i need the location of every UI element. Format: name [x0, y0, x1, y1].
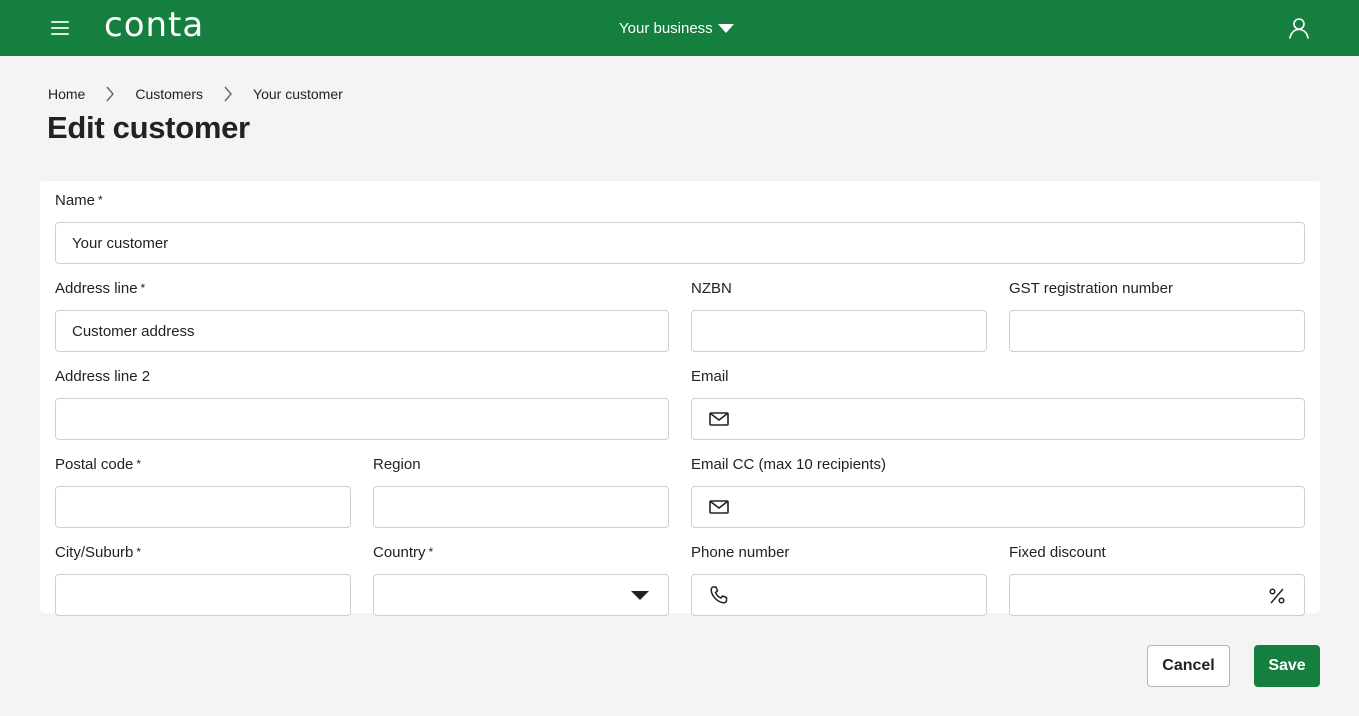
email-cc-input[interactable] — [691, 486, 1305, 528]
chevron-right-icon — [95, 84, 125, 104]
region-input[interactable] — [373, 486, 669, 528]
nzbn-input[interactable] — [691, 310, 987, 352]
gst-input[interactable] — [1009, 310, 1305, 352]
city-input[interactable] — [55, 574, 351, 616]
nzbn-label: NZBN — [691, 280, 732, 297]
email-field: Email — [691, 367, 1305, 440]
fixed-discount-field: Fixed discount — [1009, 543, 1305, 616]
user-account-icon[interactable] — [1287, 16, 1311, 40]
menu-icon[interactable] — [51, 20, 69, 36]
business-selector-label: Your business — [619, 19, 713, 37]
phone-label: Phone number — [691, 544, 790, 561]
fixed-discount-input[interactable] — [1009, 574, 1305, 616]
breadcrumb: Home Customers Your customer — [48, 84, 343, 104]
region-label: Region — [373, 456, 421, 473]
save-button[interactable]: Save — [1254, 645, 1320, 687]
top-navigation-bar: conta Your business — [0, 0, 1359, 56]
nzbn-field: NZBN — [691, 279, 987, 352]
city-label: City/Suburb * — [55, 544, 142, 561]
name-field: Name * Your customer — [55, 191, 1305, 264]
page-title: Edit customer — [47, 110, 250, 145]
business-selector[interactable]: Your business — [619, 17, 734, 39]
mail-icon — [708, 408, 730, 430]
email-label: Email — [691, 368, 729, 385]
gst-label: GST registration number — [1009, 280, 1173, 297]
city-field: City/Suburb * — [55, 543, 351, 616]
name-input[interactable]: Your customer — [55, 222, 1305, 264]
name-label: Name * — [55, 192, 103, 209]
name-value: Your customer — [72, 234, 169, 252]
phone-icon — [708, 584, 730, 606]
fixed-discount-label: Fixed discount — [1009, 544, 1106, 561]
breadcrumb-customers[interactable]: Customers — [135, 86, 203, 102]
phone-field: Phone number — [691, 543, 987, 616]
gst-field: GST registration number — [1009, 279, 1305, 352]
email-input[interactable] — [691, 398, 1305, 440]
address-line-2-input[interactable] — [55, 398, 669, 440]
email-cc-field: Email CC (max 10 recipients) — [691, 455, 1305, 528]
region-field: Region — [373, 455, 669, 528]
cancel-button[interactable]: Cancel — [1147, 645, 1230, 687]
country-select[interactable] — [373, 574, 669, 616]
address-line-field: Address line * Customer address — [55, 279, 669, 352]
phone-input[interactable] — [691, 574, 987, 616]
postal-code-label: Postal code * — [55, 456, 142, 473]
email-cc-label: Email CC (max 10 recipients) — [691, 456, 887, 473]
customer-form-card: Name * Your customer Address line * Custom… — [40, 181, 1320, 616]
country-label: Country * — [373, 544, 434, 561]
address-line-2-field: Address line 2 — [55, 367, 669, 440]
country-field: Country * — [373, 543, 669, 616]
breadcrumb-home[interactable]: Home — [48, 86, 85, 102]
caret-down-icon — [631, 591, 649, 600]
chevron-right-icon — [213, 84, 243, 104]
percent-icon — [1266, 585, 1288, 607]
address-line-value: Customer address — [72, 322, 195, 340]
breadcrumb-current: Your customer — [253, 86, 343, 102]
conta-logo[interactable]: conta — [104, 5, 204, 45]
postal-code-input[interactable] — [55, 486, 351, 528]
address-line-input[interactable]: Customer address — [55, 310, 669, 352]
address-line-2-label: Address line 2 — [55, 368, 151, 385]
postal-code-field: Postal code * — [55, 455, 351, 528]
address-line-label: Address line * — [55, 280, 146, 297]
caret-down-icon — [717, 24, 734, 33]
mail-icon — [708, 496, 730, 518]
